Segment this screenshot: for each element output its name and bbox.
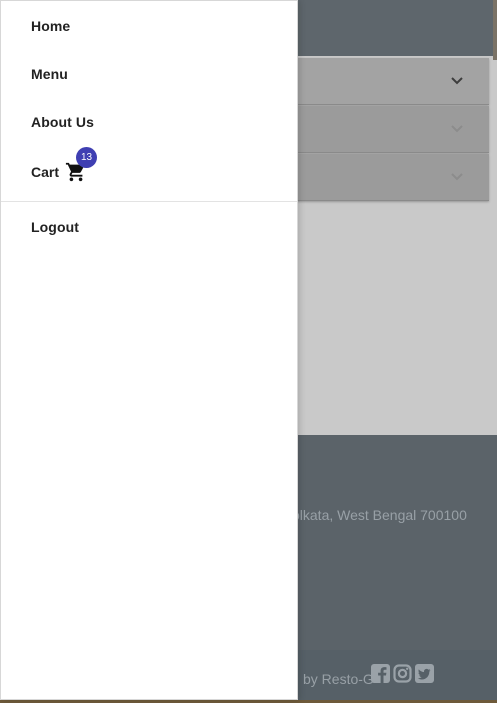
- nav-item-home[interactable]: Home: [31, 18, 70, 34]
- scrollbar-edge: [493, 0, 497, 60]
- twitter-icon[interactable]: [415, 664, 434, 683]
- footer-credit: by Resto-G: [303, 671, 374, 687]
- nav-item-about-us[interactable]: About Us: [31, 114, 94, 130]
- chevron-down-icon: [451, 125, 463, 133]
- chevron-down-icon: [451, 173, 463, 181]
- social-links: [371, 664, 434, 683]
- chevron-down-icon: [451, 77, 463, 85]
- shopping-cart-icon: 13: [65, 147, 98, 183]
- facebook-icon[interactable]: [371, 664, 390, 683]
- footer-address: olkata, West Bengal 700100: [292, 507, 467, 523]
- cart-label: Cart: [31, 164, 60, 180]
- nav-item-menu[interactable]: Menu: [31, 66, 68, 82]
- cart-count-badge: 13: [76, 147, 98, 168]
- drawer-divider: [1, 201, 297, 202]
- navigation-drawer: Home Menu About Us Cart 13 Logout: [0, 0, 298, 700]
- nav-item-logout[interactable]: Logout: [31, 219, 79, 235]
- instagram-icon[interactable]: [393, 664, 412, 683]
- nav-item-cart[interactable]: Cart 13: [31, 147, 98, 183]
